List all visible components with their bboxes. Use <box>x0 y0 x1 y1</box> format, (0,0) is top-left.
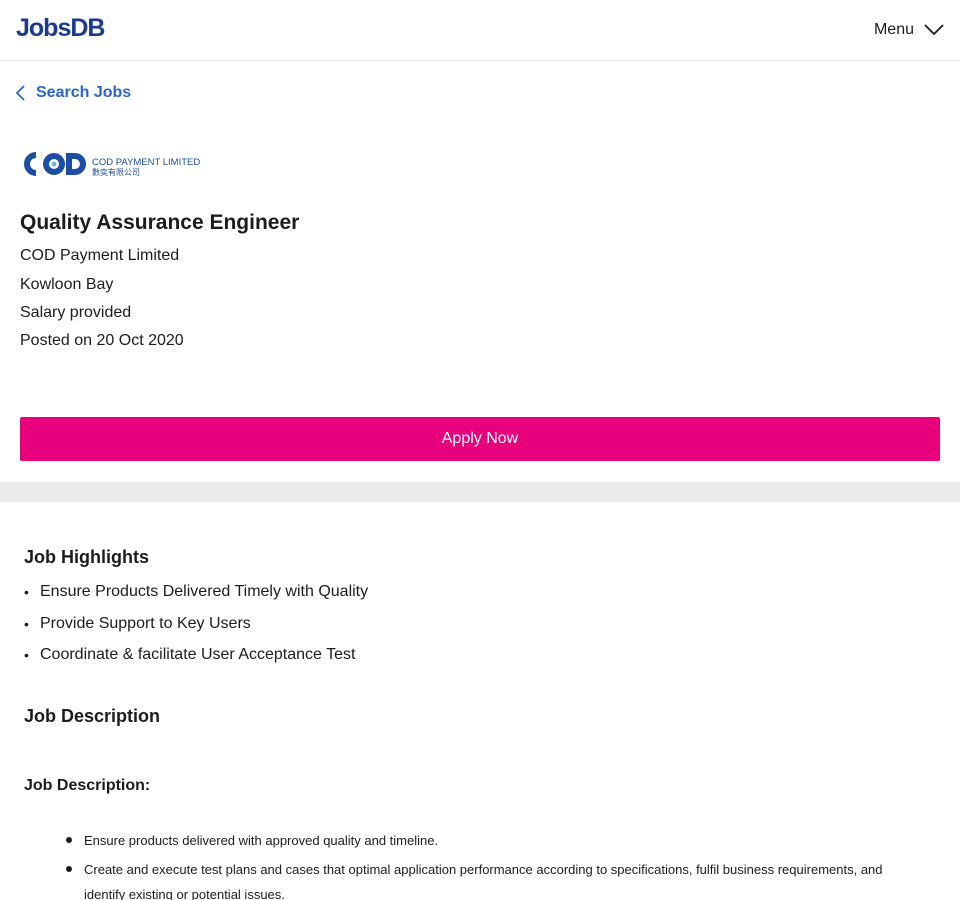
job-highlights-list: • Ensure Products Delivered Timely with Q… <box>24 582 368 677</box>
job-location: Kowloon Bay <box>20 276 114 293</box>
bullet-icon: • <box>24 647 29 663</box>
highlight-item: • Coordinate & facilitate User Acceptance… <box>24 645 368 677</box>
job-title: Quality Assurance Engineer <box>20 211 300 234</box>
bullet-icon: • <box>24 615 29 632</box>
company-logo-text: COD PAYMENT LIMITED <box>92 157 200 168</box>
salary-info: Salary provided <box>20 304 132 321</box>
description-text: Create and execute test plans and cases … <box>84 862 883 900</box>
apply-now-button[interactable]: Apply Now <box>20 417 940 461</box>
top-navigation-bar: JobsDB Menu <box>0 0 960 61</box>
bullet-icon: • <box>24 584 29 600</box>
description-text: Ensure products delivered with approved … <box>84 833 439 848</box>
company-name[interactable]: COD Payment Limited <box>20 246 179 266</box>
description-item: Ensure products delivered with approved … <box>64 828 924 853</box>
job-description-list: Ensure products delivered with approved … <box>64 828 924 900</box>
menu-button[interactable]: Menu <box>874 18 944 42</box>
posted-date: Posted on 20 Oct 2020 <box>20 332 184 349</box>
highlight-text: Coordinate & facilitate User Acceptance … <box>40 646 356 663</box>
bullet-icon <box>66 837 72 843</box>
chevron-left-icon <box>16 85 25 101</box>
highlight-text: Provide Support to Key Users <box>40 614 251 632</box>
section-divider <box>0 482 960 502</box>
highlight-item: • Ensure Products Delivered Timely with Q… <box>24 582 368 614</box>
highlight-text: Ensure Products Delivered Timely with Qu… <box>40 583 369 600</box>
highlight-item: • Provide Support to Key Users <box>24 614 368 646</box>
description-item: Create and execute test plans and cases … <box>64 857 924 900</box>
company-logo: COD PAYMENT LIMITED 數奕有限公司 <box>20 146 202 182</box>
job-description-subheading: Job Description: <box>24 777 151 794</box>
company-logo-subtext: 數奕有限公司 <box>92 167 140 177</box>
bullet-icon <box>66 866 72 872</box>
back-to-search-link[interactable]: Search Jobs <box>16 82 131 104</box>
job-highlights-heading: Job Highlights <box>24 547 149 567</box>
back-link-label: Search Jobs <box>36 84 132 101</box>
jobsdb-logo[interactable]: JobsDB <box>16 14 105 42</box>
chevron-down-icon <box>924 24 944 36</box>
menu-label: Menu <box>873 21 914 38</box>
job-description-heading: Job Description <box>24 706 161 726</box>
